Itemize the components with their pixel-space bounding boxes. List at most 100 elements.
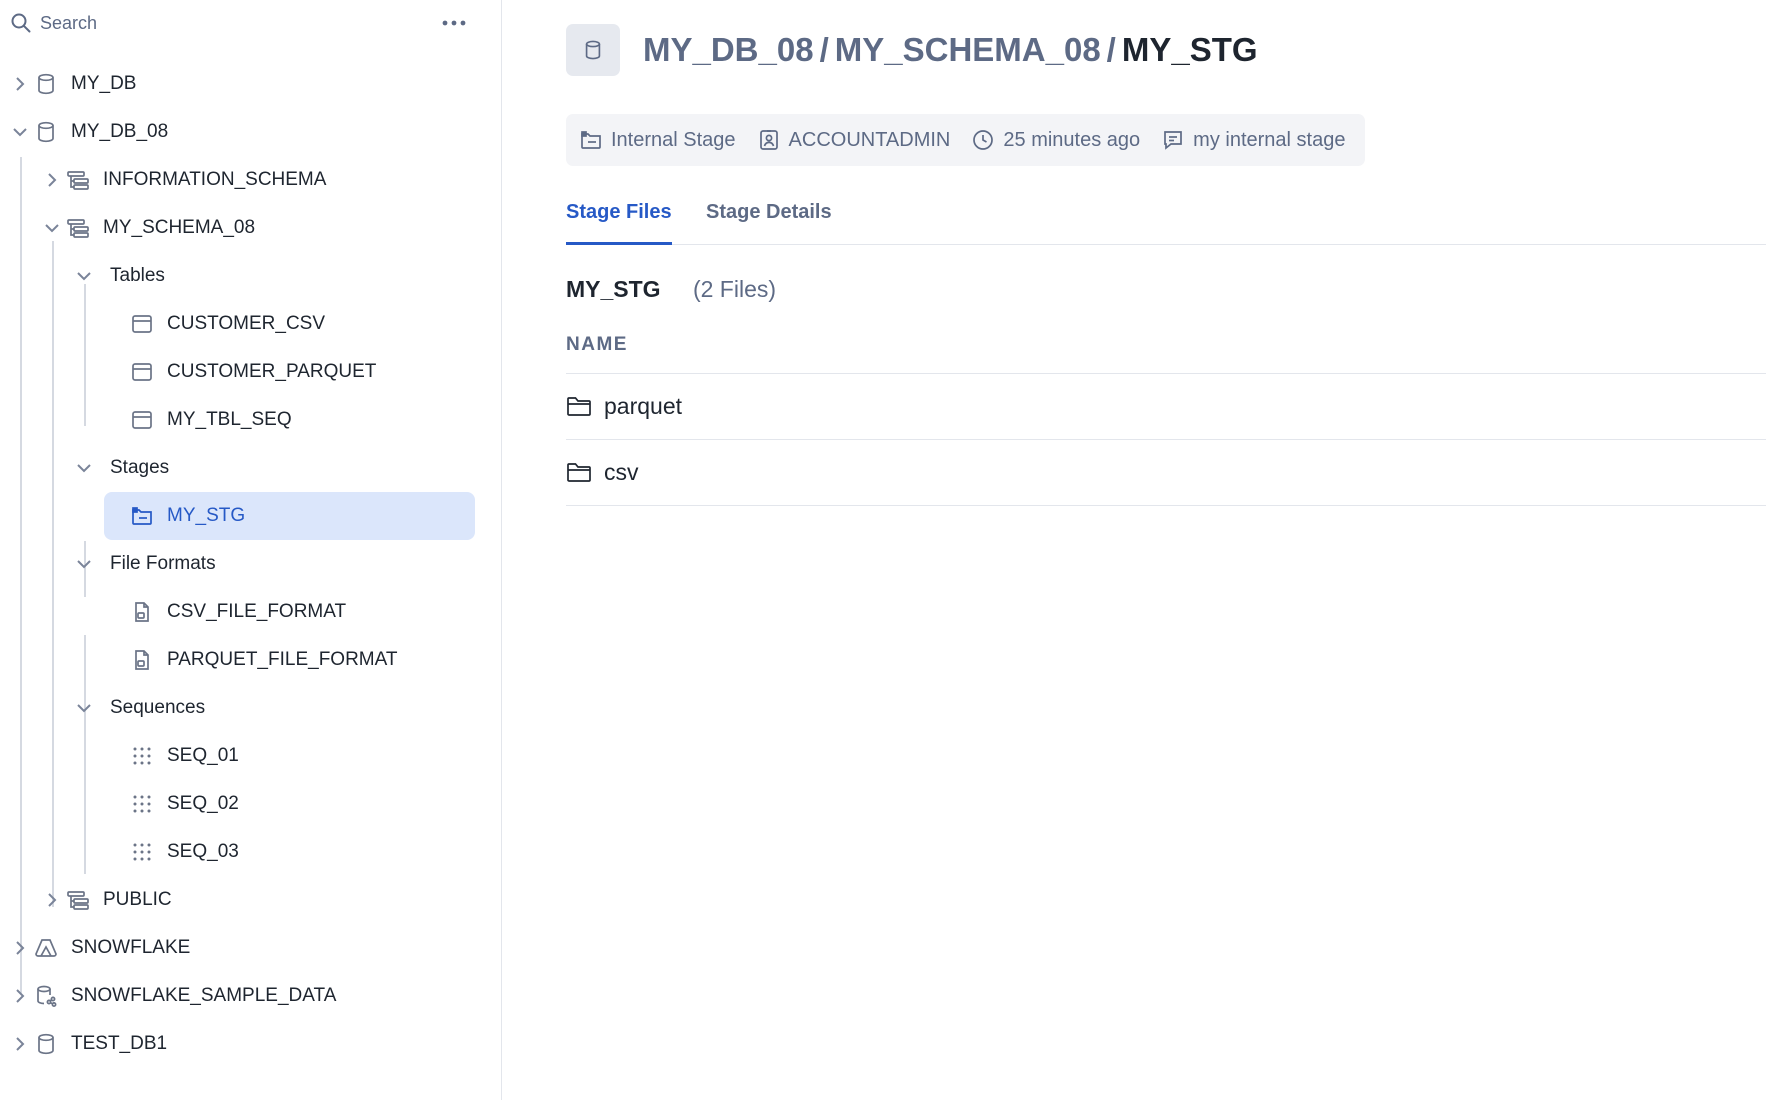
tree-item-label: SNOWFLAKE <box>71 937 191 958</box>
tree-item-seq-03[interactable]: SEQ_03 <box>0 828 480 876</box>
tree-group-stages[interactable]: Stages <box>0 444 480 492</box>
tree-group-label: File Formats <box>110 553 216 574</box>
tree-item-seq-01[interactable]: SEQ_01 <box>0 732 480 780</box>
tree-item-my-stg[interactable]: MY_STG <box>104 492 475 540</box>
tree-item-label: SNOWFLAKE_SAMPLE_DATA <box>71 985 337 1006</box>
search-bar <box>0 0 502 46</box>
breadcrumb-database[interactable]: MY_DB_08 <box>643 31 814 68</box>
meta-modified: 25 minutes ago <box>971 128 1140 152</box>
tree-item-label: SEQ_03 <box>167 841 239 862</box>
file-name: csv <box>604 459 639 485</box>
tree-group-label: Stages <box>110 457 170 478</box>
tab-stage-files[interactable]: Stage Files <box>566 200 672 245</box>
ellipsis-icon <box>442 20 466 26</box>
tree-item-csv-file-format[interactable]: CSV_FILE_FORMAT <box>0 588 480 636</box>
chevron-right-icon <box>16 77 25 91</box>
comment-icon <box>1164 131 1183 150</box>
database-icon <box>38 73 54 95</box>
tree-item-snowflake-sample-data[interactable]: SNOWFLAKE_SAMPLE_DATA <box>0 972 480 1020</box>
tree-item-label: INFORMATION_SCHEMA <box>103 169 327 190</box>
tree-item-test-db1[interactable]: TEST_DB1 <box>0 1020 480 1068</box>
stage-icon <box>581 131 601 149</box>
database-icon <box>585 40 601 60</box>
tree-item-my-db[interactable]: MY_DB <box>0 60 480 108</box>
chevron-down-icon <box>13 128 27 137</box>
column-header-label: NAME <box>566 334 628 355</box>
tree-group-sequences[interactable]: Sequences <box>0 684 480 732</box>
tree-item-label: SEQ_02 <box>167 793 239 814</box>
search-input[interactable] <box>38 6 418 40</box>
file-row[interactable]: parquet <box>566 374 1766 440</box>
object-explorer-sidebar: MY_DB MY_DB_08 INFORMATION_SCHEMA MY_SCH… <box>0 0 502 1100</box>
column-header-name[interactable]: NAME <box>566 334 1766 374</box>
chevron-right-icon <box>16 1037 25 1051</box>
chevron-down-icon <box>45 224 59 233</box>
tree-item-parquet-file-format[interactable]: PARQUET_FILE_FORMAT <box>0 636 480 684</box>
object-type-badge <box>566 24 620 76</box>
tree-item-customer-parquet[interactable]: CUSTOMER_PARQUET <box>0 348 480 396</box>
stage-icon <box>132 507 152 525</box>
tree-item-information-schema[interactable]: INFORMATION_SCHEMA <box>0 156 480 204</box>
chevron-right-icon <box>48 173 57 187</box>
sequence-icon <box>133 747 151 765</box>
meta-modified-label: 25 minutes ago <box>1003 128 1141 151</box>
tree-item-my-db-08[interactable]: MY_DB_08 <box>0 108 480 156</box>
schema-icon <box>67 171 89 190</box>
stage-files-count: (2 Files) <box>692 276 777 302</box>
tree-group-tables[interactable]: Tables <box>0 252 480 300</box>
tab-stage-details[interactable]: Stage Details <box>706 200 832 245</box>
meta-owner: ACCOUNTADMIN <box>757 128 950 152</box>
meta-comment: my internal stage <box>1161 128 1345 152</box>
chevron-down-icon <box>77 272 91 281</box>
database-icon <box>38 121 54 143</box>
breadcrumb-current: MY_STG <box>1121 31 1258 68</box>
tree-item-label: MY_DB_08 <box>71 121 169 142</box>
tree-item-label: SEQ_01 <box>167 745 239 766</box>
schema-icon <box>67 891 89 910</box>
tree-item-label: PARQUET_FILE_FORMAT <box>167 649 398 670</box>
file-name: parquet <box>604 393 683 419</box>
tree-item-label: CUSTOMER_CSV <box>167 313 326 334</box>
folder-icon <box>567 463 591 482</box>
stage-files-heading: MY_STG (2 Files) <box>566 274 776 304</box>
tree-item-label: MY_SCHEMA_08 <box>103 217 256 238</box>
database-icon <box>38 1033 54 1055</box>
tree-item-customer-csv[interactable]: CUSTOMER_CSV <box>0 300 480 348</box>
tree-item-label: CUSTOMER_PARQUET <box>167 361 377 382</box>
object-metadata-bar: Internal Stage ACCOUNTADMIN 25 minutes a… <box>566 114 1366 166</box>
stage-files-title: MY_STG <box>566 276 661 302</box>
chevron-right-icon <box>16 989 25 1003</box>
clock-icon <box>973 130 994 150</box>
tree-item-label: MY_STG <box>167 505 246 526</box>
breadcrumb: MY_DB_08/MY_SCHEMA_08/MY_STG <box>643 28 1258 72</box>
file-row[interactable]: csv <box>566 440 1766 506</box>
tree-group-label: Tables <box>110 265 165 286</box>
detail-tabs: Stage Files Stage Details <box>566 190 1766 245</box>
more-options-button[interactable] <box>436 8 472 38</box>
breadcrumb-schema[interactable]: MY_SCHEMA_08 <box>835 31 1101 68</box>
owner-role-icon <box>759 130 778 150</box>
chevron-down-icon <box>77 560 91 569</box>
tree-item-my-tbl-seq[interactable]: MY_TBL_SEQ <box>0 396 480 444</box>
meta-comment-label: my internal stage <box>1193 128 1346 151</box>
schema-icon <box>67 219 89 238</box>
chevron-down-icon <box>77 464 91 473</box>
stage-detail-panel: MY_DB_08/MY_SCHEMA_08/MY_STG Internal St… <box>503 0 1766 1100</box>
table-icon <box>132 411 152 429</box>
chevron-right-icon <box>16 941 25 955</box>
tree-item-label: CSV_FILE_FORMAT <box>167 601 347 622</box>
tree-group-label: Sequences <box>110 697 206 718</box>
tree-item-label: TEST_DB1 <box>71 1033 168 1054</box>
folder-icon <box>567 397 591 416</box>
file-format-icon <box>135 650 149 670</box>
tree-item-seq-02[interactable]: SEQ_02 <box>0 780 480 828</box>
tree-item-my-schema-08[interactable]: MY_SCHEMA_08 <box>0 204 480 252</box>
shared-database-icon <box>37 985 57 1007</box>
tree-item-public[interactable]: PUBLIC <box>0 876 480 924</box>
breadcrumb-separator: / <box>819 31 829 68</box>
tree-item-snowflake[interactable]: SNOWFLAKE <box>0 924 480 972</box>
snowflake-app-icon <box>35 939 57 957</box>
table-icon <box>132 315 152 333</box>
tree-group-file-formats[interactable]: File Formats <box>0 540 480 588</box>
meta-stage-type: Internal Stage <box>579 128 736 152</box>
